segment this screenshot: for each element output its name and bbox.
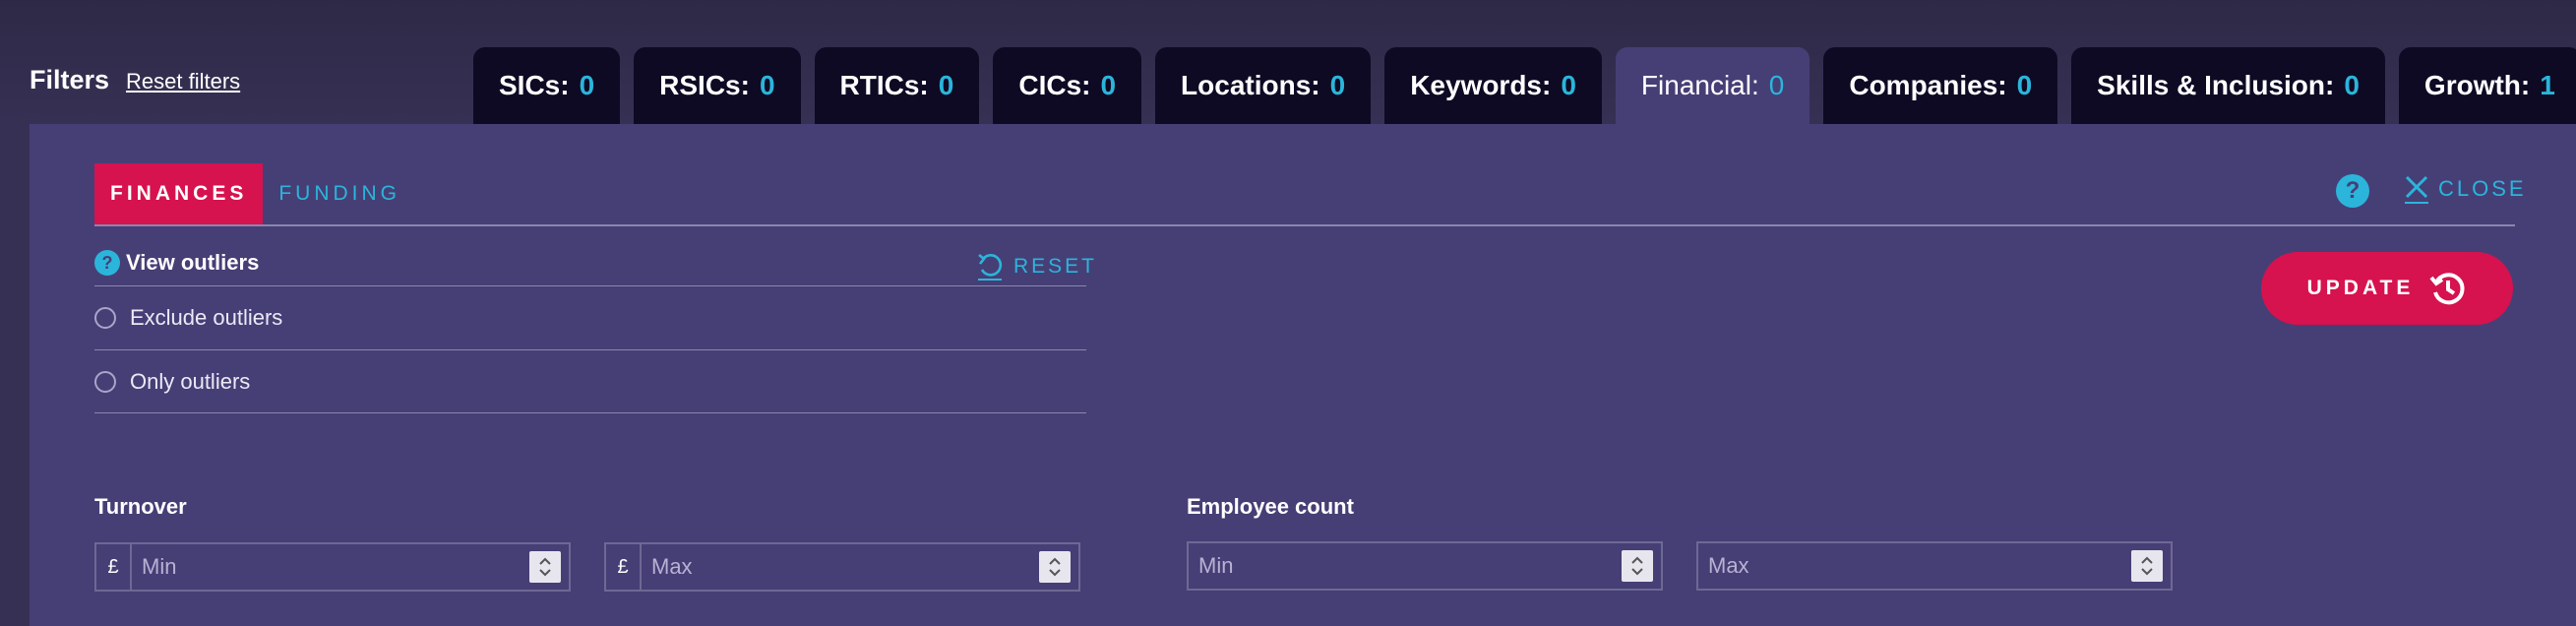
tab-sics[interactable]: SICs: 0 (473, 47, 621, 124)
tab-skills-inclusion[interactable]: Skills & Inclusion: 0 (2071, 47, 2385, 124)
divider (94, 285, 1086, 286)
tab-count: 0 (1561, 70, 1576, 100)
option-only-outliers[interactable]: Only outliers (94, 369, 250, 395)
employee-max-field (1696, 541, 2173, 591)
stepper-arrows-icon (1631, 556, 1643, 576)
tab-count: 0 (579, 70, 595, 100)
number-stepper[interactable] (1622, 550, 1653, 582)
outliers-title: View outliers (126, 250, 260, 275)
tab-rtics[interactable]: RTICs: 0 (814, 47, 980, 124)
tab-count: 0 (1768, 70, 1785, 100)
tab-keywords[interactable]: Keywords: 0 (1384, 47, 1602, 124)
tab-count: 0 (938, 70, 954, 100)
tab-locations[interactable]: Locations: 0 (1155, 47, 1372, 124)
tab-label: Keywords: (1410, 70, 1552, 100)
tab-financial[interactable]: Financial: 0 (1615, 47, 1810, 124)
tab-count: 0 (2344, 70, 2360, 100)
filter-tabs: SICs: 0 RSICs: 0 RTICs: 0 CICs: 0 Locations:… (473, 47, 2576, 124)
currency-prefix: £ (96, 544, 132, 590)
divider (94, 349, 1086, 350)
radio-button[interactable] (94, 307, 116, 329)
option-label: Exclude outliers (130, 305, 283, 330)
turnover-min-field: £ (94, 542, 571, 592)
turnover-min-input[interactable] (132, 544, 529, 590)
outliers-header: ? View outliers (94, 250, 259, 276)
reset-outliers-button[interactable]: RESET (976, 252, 1097, 282)
reset-icon (978, 253, 1003, 281)
financial-filter-panel: FINANCES FUNDING ? CLOSE ? View outliers… (30, 124, 2576, 626)
tab-growth[interactable]: Growth: 1 (2398, 47, 2576, 124)
number-stepper[interactable] (2131, 550, 2163, 582)
tab-label: CICs: (1018, 70, 1091, 100)
employee-min-field (1187, 541, 1663, 591)
number-stepper[interactable] (1039, 551, 1071, 583)
radio-button[interactable] (94, 371, 116, 393)
number-stepper[interactable] (529, 551, 561, 583)
turnover-label: Turnover (94, 494, 187, 519)
employee-max-input[interactable] (1698, 543, 2131, 589)
subtab-finances[interactable]: FINANCES (94, 163, 264, 224)
turnover-max-input[interactable] (642, 544, 1039, 590)
top-bar: Filters Reset filters SICs: 0 RSICs: 0 RTI… (0, 0, 2576, 124)
filters-title: Filters (30, 65, 110, 94)
update-label: UPDATE (2306, 277, 2415, 299)
currency-prefix: £ (606, 544, 642, 590)
stepper-arrows-icon (539, 557, 551, 577)
subtabs: FINANCES FUNDING (94, 163, 416, 224)
tab-label: Locations: (1181, 70, 1320, 100)
employee-min-input[interactable] (1189, 543, 1622, 589)
tab-label: Growth: (2423, 70, 2531, 100)
turnover-max-field: £ (604, 542, 1080, 592)
tab-label: SICs: (499, 70, 570, 100)
help-icon[interactable]: ? (2336, 174, 2369, 208)
option-exclude-outliers[interactable]: Exclude outliers (94, 305, 282, 331)
tab-cics[interactable]: CICs: 0 (993, 47, 1142, 124)
tab-label: Skills & Inclusion: (2097, 70, 2335, 100)
option-label: Only outliers (130, 369, 251, 394)
employee-count-label: Employee count (1187, 494, 1354, 519)
tab-rsics[interactable]: RSICs: 0 (634, 47, 801, 124)
tab-companies[interactable]: Companies: 0 (1823, 47, 2058, 124)
stepper-arrows-icon (2141, 556, 2153, 576)
history-icon (2429, 273, 2465, 305)
stepper-arrows-icon (1049, 557, 1061, 577)
update-button[interactable]: UPDATE (2261, 252, 2513, 325)
tab-count: 0 (759, 70, 775, 100)
divider (94, 412, 1086, 413)
tab-count: 0 (1329, 70, 1346, 100)
subtab-funding[interactable]: FUNDING (263, 163, 416, 224)
tab-label: Companies: (1849, 70, 2007, 100)
reset-label: RESET (1013, 255, 1098, 278)
reset-filters-link[interactable]: Reset filters (126, 69, 240, 94)
tab-count: 0 (1100, 70, 1117, 100)
close-icon (2405, 175, 2428, 204)
close-button[interactable]: CLOSE (2403, 173, 2527, 205)
tab-label: Financial: (1640, 70, 1759, 100)
close-label: CLOSE (2438, 176, 2527, 201)
tab-count: 1 (2540, 70, 2555, 100)
tab-label: RTICs: (839, 70, 929, 100)
outliers-help-icon[interactable]: ? (94, 250, 120, 276)
tab-count: 0 (2016, 70, 2033, 100)
divider (94, 224, 2515, 226)
tab-label: RSICs: (659, 70, 750, 100)
